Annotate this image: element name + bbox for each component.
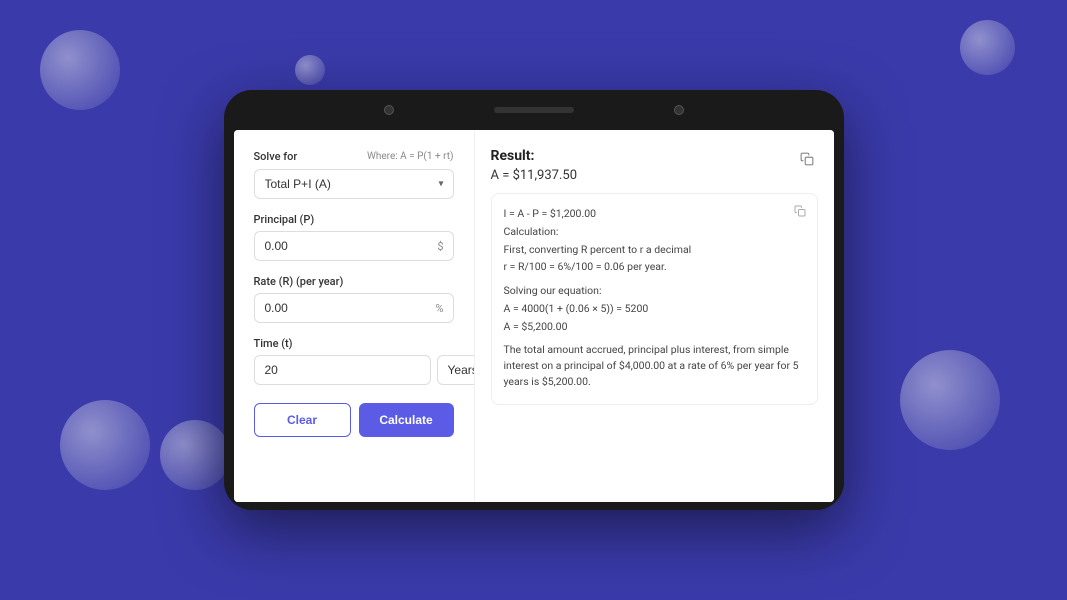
principal-suffix: $	[437, 240, 443, 253]
time-label: Time (t)	[254, 337, 454, 350]
principal-section: Principal (P) $	[254, 213, 454, 261]
bg-ball-4	[60, 400, 150, 490]
rate-suffix: %	[435, 302, 443, 315]
solve-for-select[interactable]: Total P+I (A) Principal (P) Rate (R) Tim…	[254, 169, 454, 199]
rate-section: Rate (R) (per year) %	[254, 275, 454, 323]
bg-ball-6	[900, 350, 1000, 450]
app-container: Solve for Where: A = P(1 + rt) Total P+I…	[234, 130, 834, 502]
detail-line-1: I = A - P = $1,200.00	[504, 206, 805, 222]
detail-line-2: Calculation:	[504, 224, 805, 240]
time-section: Time (t) Years Months Days ▾	[254, 337, 454, 385]
detail-line-3: First, converting R percent to r a decim…	[504, 242, 805, 258]
tablet: Solve for Where: A = P(1 + rt) Total P+I…	[224, 90, 844, 510]
rate-label: Rate (R) (per year)	[254, 275, 454, 288]
tablet-mic	[674, 105, 684, 115]
result-main: Result: A = $11,937.50	[491, 148, 818, 183]
button-row: Clear Calculate	[254, 403, 454, 437]
result-value: A = $11,937.50	[491, 168, 818, 183]
solve-for-section: Solve for Where: A = P(1 + rt) Total P+I…	[254, 150, 454, 199]
detail-line-8: A = $5,200.00	[504, 319, 805, 335]
right-panel: Result: A = $11,937.50	[474, 130, 834, 502]
time-wrapper: Years Months Days ▾	[254, 355, 454, 385]
copy-result-icon[interactable]	[796, 148, 818, 170]
detail-section-2: Solving our equation: A = 4000(1 + (0.06…	[504, 283, 805, 334]
solve-for-select-wrapper: Total P+I (A) Principal (P) Rate (R) Tim…	[254, 169, 454, 199]
bg-ball-1	[40, 30, 120, 110]
left-panel: Solve for Where: A = P(1 + rt) Total P+I…	[234, 130, 474, 502]
solve-for-label: Solve for	[254, 150, 298, 163]
detail-line-6: Solving our equation:	[504, 283, 805, 299]
tablet-top-bar	[224, 90, 844, 130]
rate-input[interactable]	[254, 293, 454, 323]
calculate-button[interactable]: Calculate	[359, 403, 454, 437]
solve-for-header: Solve for Where: A = P(1 + rt)	[254, 150, 454, 163]
tablet-speaker	[494, 107, 574, 113]
solve-for-formula: Where: A = P(1 + rt)	[367, 151, 454, 162]
time-input[interactable]	[254, 355, 431, 385]
detail-section-3: The total amount accrued, principal plus…	[504, 342, 805, 389]
bg-ball-5	[160, 420, 230, 490]
bg-ball-3	[960, 20, 1015, 75]
detail-line-4: r = R/100 = 6%/100 = 0.06 per year.	[504, 259, 805, 275]
result-title: Result:	[491, 148, 818, 164]
principal-input[interactable]	[254, 231, 454, 261]
rate-input-wrapper: %	[254, 293, 454, 323]
bg-ball-2	[295, 55, 325, 85]
detail-line-10: The total amount accrued, principal plus…	[504, 342, 805, 389]
result-details: I = A - P = $1,200.00 Calculation: First…	[491, 193, 818, 405]
principal-input-wrapper: $	[254, 231, 454, 261]
copy-detail-icon[interactable]	[791, 202, 809, 220]
tablet-screen: Solve for Where: A = P(1 + rt) Total P+I…	[234, 130, 834, 502]
detail-line-7: A = 4000(1 + (0.06 × 5)) = 5200	[504, 301, 805, 317]
principal-label: Principal (P)	[254, 213, 454, 226]
tablet-camera	[384, 105, 394, 115]
clear-button[interactable]: Clear	[254, 403, 351, 437]
